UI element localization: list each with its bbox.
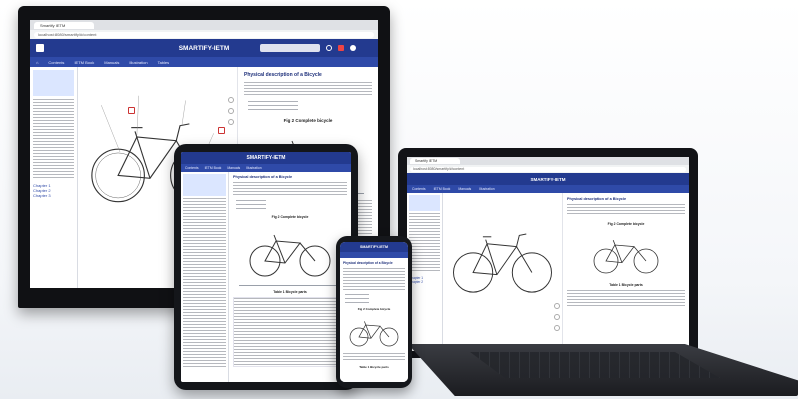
app-title: SMARTIFY-IETM — [360, 245, 388, 249]
section-heading: Physical description of a Bicycle — [244, 72, 322, 78]
figure-caption: Fig 2 Complete bicycle — [607, 222, 645, 226]
toc-item-selected[interactable] — [33, 70, 74, 96]
laptop-lid: Smartify IETM localhost:8080/smartify/#/… — [398, 148, 698, 358]
bicycle-figure — [349, 321, 399, 347]
toc-item-selected[interactable] — [183, 174, 226, 196]
tab-ietm-book[interactable]: IETM Book — [74, 60, 94, 65]
bullet-list — [345, 294, 369, 303]
figure-caption: Fig 2 Complete bicycle — [271, 215, 309, 219]
paragraph — [233, 182, 347, 196]
parts-table — [567, 290, 685, 306]
tab-home[interactable]: ⌂ — [36, 60, 38, 65]
toc-item-list[interactable] — [33, 99, 74, 179]
tablet-device: SMARTIFY-IETM Contents IETM Book Manuals… — [174, 144, 358, 390]
callout-marker[interactable] — [218, 127, 225, 134]
table-caption: Table 1 Bicycle parts — [609, 283, 643, 287]
paragraph — [343, 353, 405, 361]
toc-sidebar: Chapter 1 Chapter 2 Chapter 3 — [30, 67, 78, 288]
callout-marker[interactable] — [128, 107, 135, 114]
laptop-screen: Smartify IETM localhost:8080/smartify/#/… — [407, 157, 689, 351]
paragraph — [343, 268, 405, 290]
url-field[interactable]: localhost:8080/smartify/#/content — [34, 31, 374, 38]
app-header: SMARTIFY-IETM — [340, 242, 408, 252]
paragraph — [567, 204, 685, 216]
bullet-list — [236, 200, 266, 209]
app-toolbar: Contents IETM Book Manuals Illustration — [407, 185, 689, 193]
tablet-screen: SMARTIFY-IETM Contents IETM Book Manuals… — [181, 152, 351, 382]
zoom-controls[interactable] — [554, 303, 560, 336]
divider — [239, 285, 341, 286]
app-title: SMARTIFY-IETM — [178, 44, 230, 52]
browser-tabbar: Smartify IETM — [30, 20, 378, 30]
paragraph — [244, 82, 372, 96]
app-title: SMARTIFY-IETM — [246, 155, 286, 161]
toc-chapter-3[interactable]: Chapter 3 — [33, 193, 74, 198]
bicycle-drawing — [453, 233, 552, 293]
notification-icon[interactable] — [338, 45, 344, 51]
app-header: SMARTIFY-IETM — [30, 39, 378, 57]
address-bar: localhost:8080/smartify/#/content — [30, 30, 378, 39]
app-header: SMARTIFY-IETM — [407, 173, 689, 185]
app-toolbar: Contents IETM Book Manuals Illustration — [181, 164, 351, 172]
phone-device: SMARTIFY-IETM Physical description of a … — [336, 236, 412, 388]
avatar[interactable] — [350, 45, 356, 51]
app-toolbar: ⌂ Contents IETM Book Manuals Illustratio… — [30, 57, 378, 67]
zoom-controls[interactable] — [228, 97, 234, 130]
toc-item-selected[interactable] — [409, 195, 440, 211]
section-heading: Physical description of a Bicycle — [343, 261, 393, 265]
toc-chapter-2[interactable]: Chapter 2 — [409, 280, 440, 284]
tab-illustration[interactable]: Illustration — [246, 166, 261, 170]
illustration-panel — [443, 193, 563, 351]
app-header: SMARTIFY-IETM — [181, 152, 351, 164]
parts-table — [233, 297, 347, 367]
toc-sidebar: Chapter 1 Chapter 2 — [407, 193, 443, 351]
tab-illustration[interactable]: Illustration — [479, 187, 494, 191]
toc-item-list[interactable] — [409, 213, 440, 273]
tab-contents[interactable]: Contents — [48, 60, 64, 65]
tab-contents[interactable]: Contents — [185, 166, 199, 170]
search-icon[interactable] — [326, 45, 332, 51]
table-caption: Table 1 Bicycle parts — [359, 365, 389, 369]
bicycle-figure — [593, 240, 659, 274]
toc-item-list[interactable] — [183, 198, 226, 368]
section-heading: Physical description of a Bicycle — [567, 197, 627, 201]
table-caption: Table 1 Bicycle parts — [273, 290, 307, 294]
tab-ietm-book[interactable]: IETM Book — [205, 166, 222, 170]
browser-tab[interactable]: Smartify IETM — [34, 21, 94, 29]
search-input[interactable] — [260, 44, 320, 52]
url-field[interactable]: localhost:8080/smartify/#/content — [410, 166, 686, 172]
phone-screen: SMARTIFY-IETM Physical description of a … — [340, 242, 408, 382]
figure-caption: Fig 2 Complete bicycle — [283, 118, 333, 123]
tab-illustration[interactable]: Illustration — [129, 60, 147, 65]
toc-sidebar — [181, 172, 229, 382]
tab-manuals[interactable]: Manuals — [104, 60, 119, 65]
tab-contents[interactable]: Contents — [412, 187, 426, 191]
document-content: Physical description of a Bicycle Fig 2 … — [229, 172, 351, 382]
figure-caption: Fig 2 Complete bicycle — [357, 307, 391, 311]
address-bar: localhost:8080/smartify/#/content — [407, 165, 689, 173]
section-heading: Physical description of a Bicycle — [233, 175, 293, 179]
tab-ietm-book[interactable]: IETM Book — [434, 187, 451, 191]
hamburger-icon[interactable] — [36, 44, 44, 52]
tab-manuals[interactable]: Manuals — [458, 187, 471, 191]
tab-tables[interactable]: Tables — [158, 60, 170, 65]
bicycle-figure — [249, 234, 331, 277]
tab-manuals[interactable]: Manuals — [227, 166, 240, 170]
document-content: Physical description of a Bicycle Fig 2 … — [563, 193, 689, 351]
browser-tab[interactable]: Smartify IETM — [410, 158, 460, 164]
bullet-list — [248, 101, 298, 110]
browser-tabbar: Smartify IETM — [407, 157, 689, 165]
app-title: SMARTIFY-IETM — [530, 176, 566, 182]
document-content: Physical description of a Bicycle Fig 2 … — [340, 258, 408, 382]
